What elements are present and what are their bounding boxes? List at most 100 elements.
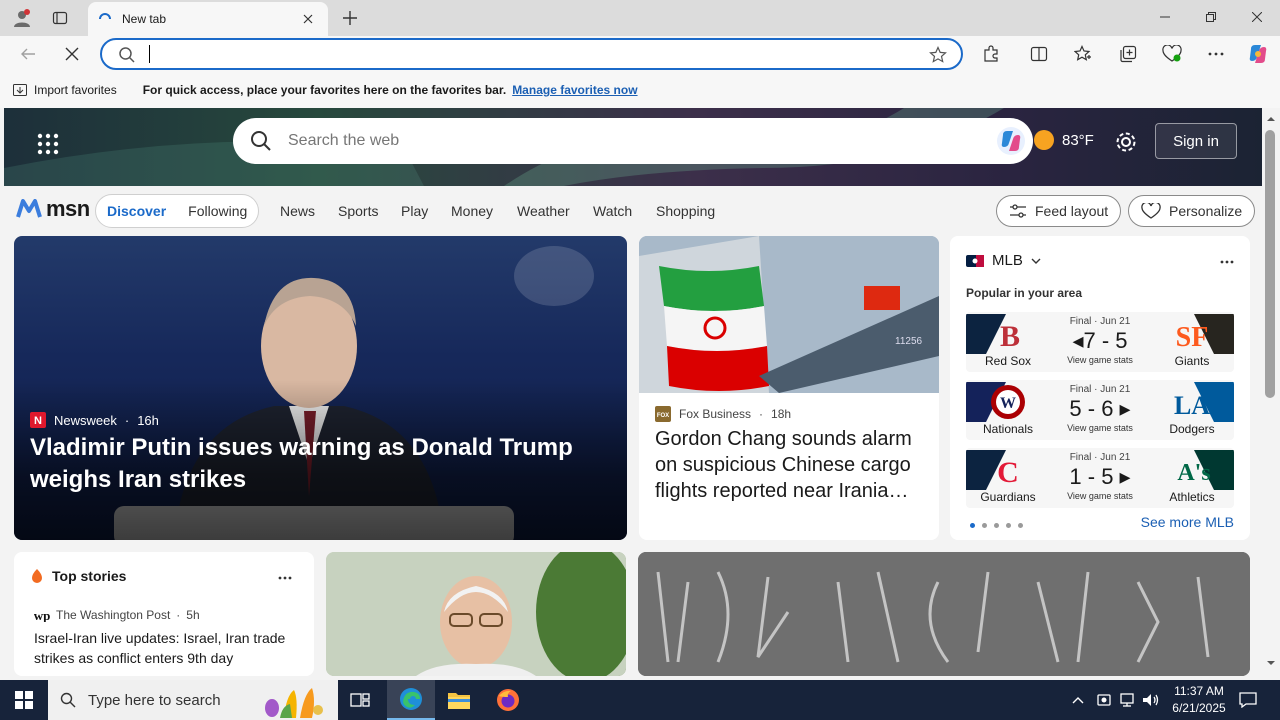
file-explorer-icon[interactable] <box>435 680 483 720</box>
game-row[interactable]: B Red Sox Final · Jun 21 ◂7 - 5 View gam… <box>966 312 1234 372</box>
sliders-icon <box>1010 204 1026 218</box>
show-hidden-icons-chevron[interactable] <box>1068 680 1088 720</box>
more-options-icon[interactable] <box>278 568 292 583</box>
second-story-age: 18h <box>771 407 792 421</box>
manage-favorites-link[interactable]: Manage favorites now <box>512 83 637 97</box>
tab-actions-icon[interactable] <box>46 4 74 32</box>
second-story-card[interactable]: 11256 FOX Fox Business · 18h Gordon Chan… <box>639 236 939 540</box>
game-score: 1 - 5 ▸ <box>1069 464 1131 489</box>
nav-sports[interactable]: Sports <box>338 203 378 219</box>
restore-button[interactable] <box>1188 0 1234 34</box>
extensions-icon[interactable] <box>977 40 1005 68</box>
nav-weather[interactable]: Weather <box>517 203 570 219</box>
red-sox-logo-icon: B <box>966 314 1020 354</box>
svg-text:C: C <box>997 456 1019 489</box>
profile-icon[interactable] <box>8 4 36 32</box>
windows-taskbar: Type here to search 11:37 AM 6/21/2025 <box>0 680 1280 720</box>
carousel-dot[interactable] <box>1006 523 1011 528</box>
copilot-search-icon[interactable] <box>995 125 1027 157</box>
main-story-card[interactable]: N Newsweek · 16h Vladimir Putin issues w… <box>14 236 627 540</box>
fire-icon <box>32 569 42 583</box>
settings-gear-icon[interactable] <box>1112 128 1140 156</box>
close-tab-icon[interactable] <box>298 9 318 29</box>
stop-loading-icon[interactable] <box>58 40 86 68</box>
apps-launcher-icon[interactable] <box>34 130 62 158</box>
favorite-star-icon[interactable] <box>929 46 947 64</box>
nav-play[interactable]: Play <box>401 203 428 219</box>
nationals-logo-icon: W <box>966 382 1025 422</box>
copilot-icon[interactable] <box>1244 40 1272 68</box>
back-icon[interactable] <box>14 40 42 68</box>
start-button[interactable] <box>0 680 48 720</box>
mlb-header[interactable]: MLB <box>966 252 1041 269</box>
nav-news[interactable]: News <box>280 203 315 219</box>
search-icon <box>119 47 135 63</box>
top-story-headline[interactable]: Israel-Iran live updates: Israel, Iran t… <box>34 628 296 668</box>
task-view-icon[interactable] <box>336 680 384 720</box>
security-tray-icon[interactable] <box>1094 680 1114 720</box>
volume-icon[interactable] <box>1140 680 1162 720</box>
new-tab-button[interactable] <box>336 4 364 32</box>
close-window-button[interactable] <box>1234 0 1280 34</box>
edge-taskbar-icon[interactable] <box>387 680 435 720</box>
tab-following[interactable]: Following <box>177 203 258 219</box>
chevron-down-icon <box>1031 258 1041 264</box>
mlb-subtitle: Popular in your area <box>966 286 1083 300</box>
carousel-dot[interactable] <box>970 523 975 528</box>
story-image-card[interactable] <box>638 552 1250 676</box>
favorites-icon[interactable] <box>1069 40 1097 68</box>
second-story-image: 11256 <box>639 236 939 393</box>
msn-logo[interactable]: msn <box>16 196 90 222</box>
dodgers-logo-icon: LA <box>1174 382 1234 422</box>
split-screen-icon[interactable] <box>1025 40 1053 68</box>
story-image-card[interactable] <box>326 552 626 676</box>
sunny-icon <box>1034 130 1054 150</box>
scroll-up-icon[interactable] <box>1266 116 1276 122</box>
network-icon[interactable] <box>1116 680 1138 720</box>
tab-discover[interactable]: Discover <box>96 203 177 219</box>
top-stories-card: Top stories wp The Washington Post · 5h … <box>14 552 314 676</box>
scroll-down-icon[interactable] <box>1266 660 1276 666</box>
collections-icon[interactable] <box>1114 40 1142 68</box>
feed-layout-button[interactable]: Feed layout <box>996 195 1122 227</box>
team-home: B Red Sox <box>966 312 1050 372</box>
see-more-mlb-link[interactable]: See more MLB <box>1141 514 1234 530</box>
web-search-box[interactable]: Search the web <box>233 118 1033 164</box>
view-game-stats-link[interactable]: View game stats <box>1050 355 1150 365</box>
game-status: Final · Jun 21 <box>1069 316 1131 327</box>
svg-text:A's: A's <box>1177 460 1210 486</box>
browser-essentials-icon[interactable] <box>1158 40 1186 68</box>
game-row[interactable]: C Guardians Final · Jun 21 1 - 5 ▸ View … <box>966 448 1234 508</box>
game-status: Final · Jun 21 <box>1069 384 1131 395</box>
taskbar-clock[interactable]: 11:37 AM 6/21/2025 <box>1168 683 1230 717</box>
carousel-dot[interactable] <box>1018 523 1023 528</box>
more-options-icon[interactable] <box>1202 40 1230 68</box>
personalize-button[interactable]: Personalize <box>1128 195 1256 227</box>
nav-money[interactable]: Money <box>451 203 493 219</box>
address-bar[interactable] <box>100 38 963 70</box>
tab-title: New tab <box>122 12 167 26</box>
tab-new-tab[interactable]: New tab <box>88 2 328 36</box>
second-story-headline[interactable]: Gordon Chang sounds alarm on suspicious … <box>655 426 925 504</box>
minimize-button[interactable] <box>1142 0 1188 34</box>
scrollbar-thumb[interactable] <box>1265 130 1275 398</box>
main-story-headline[interactable]: Vladimir Putin issues warning as Donald … <box>30 432 590 496</box>
carousel-dot[interactable] <box>994 523 999 528</box>
taskbar-search-box[interactable]: Type here to search <box>48 680 338 720</box>
import-favorites-label: Import favorites <box>34 83 117 97</box>
nav-watch[interactable]: Watch <box>593 203 632 219</box>
more-options-icon[interactable] <box>1220 252 1234 267</box>
nav-shopping[interactable]: Shopping <box>656 203 715 219</box>
carousel-dot[interactable] <box>982 523 987 528</box>
view-game-stats-link[interactable]: View game stats <box>1050 423 1150 433</box>
page-scrollbar[interactable] <box>1262 108 1280 676</box>
weather-widget[interactable]: 83°F <box>1034 130 1094 150</box>
taskbar-search-placeholder: Type here to search <box>88 691 221 709</box>
view-game-stats-link[interactable]: View game stats <box>1050 491 1150 501</box>
firefox-icon[interactable] <box>484 680 532 720</box>
notifications-icon[interactable] <box>1234 680 1262 720</box>
game-row[interactable]: W Nationals Final · Jun 21 5 - 6 ▸ View … <box>966 380 1234 440</box>
sign-in-button[interactable]: Sign in <box>1155 123 1237 159</box>
import-favorites-button[interactable]: Import favorites <box>12 82 117 98</box>
top-story-age: 5h <box>186 608 200 622</box>
